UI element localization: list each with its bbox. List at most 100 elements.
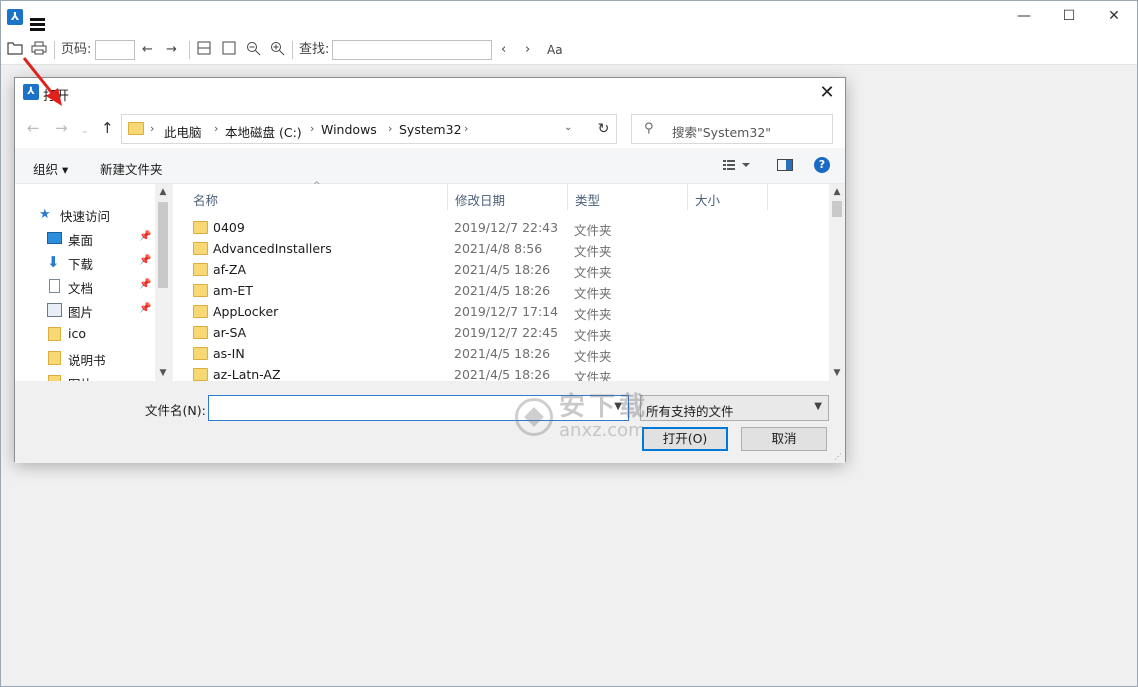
column-header-type[interactable]: 类型 (567, 184, 687, 210)
page-input[interactable] (95, 40, 135, 60)
pin-icon[interactable]: 📌 (139, 255, 151, 266)
file-date: 2021/4/5 18:26 (454, 262, 551, 277)
file-list-scrollbar[interactable]: ▲ ▼ (829, 184, 845, 381)
nav-item-desktop[interactable]: 桌面 📌 (15, 228, 155, 250)
nav-item-label: 桌面 (68, 233, 94, 248)
forward-icon[interactable]: → (55, 120, 68, 136)
up-folder-icon[interactable]: ↑ (101, 120, 114, 136)
fit-width-icon[interactable] (197, 41, 211, 59)
find-next-icon[interactable]: › (525, 41, 530, 59)
column-divider[interactable] (767, 184, 768, 210)
file-row[interactable]: 0409 2019/12/7 22:43 文件夹 (173, 217, 829, 238)
file-row[interactable]: AppLocker 2019/12/7 17:14 文件夹 (173, 301, 829, 322)
chevron-right-icon[interactable]: › (214, 122, 218, 135)
minimize-button[interactable]: — (1001, 5, 1047, 27)
maximize-button[interactable]: ☐ (1046, 5, 1092, 27)
breadcrumb-system32[interactable]: System32 (399, 122, 462, 137)
nav-scroll-thumb[interactable] (158, 202, 168, 288)
file-row[interactable]: af-ZA 2021/4/5 18:26 文件夹 (173, 259, 829, 280)
file-list: ^ 名称 修改日期 类型 大小 0409 2019/12/7 22:43 文件夹… (173, 181, 845, 381)
next-page-icon[interactable]: → (166, 41, 177, 59)
filename-label: 文件名(N): (145, 403, 206, 418)
file-name: am-ET (213, 283, 253, 298)
file-row[interactable]: as-IN 2021/4/5 18:26 文件夹 (173, 343, 829, 364)
cancel-button[interactable]: 取消 (741, 427, 827, 451)
open-button[interactable]: 打开(O) (642, 427, 728, 451)
find-label: 查找: (299, 42, 330, 57)
column-header-size[interactable]: 大小 (687, 184, 767, 210)
file-row[interactable]: ar-SA 2019/12/7 22:45 文件夹 (173, 322, 829, 343)
new-folder-button[interactable]: 新建文件夹 (100, 159, 163, 178)
recent-locations-icon[interactable]: ⌄ (81, 123, 89, 139)
chevron-right-icon[interactable]: › (388, 122, 392, 135)
nav-item-manual[interactable]: 说明书 (15, 348, 155, 370)
file-date: 2021/4/5 18:26 (454, 346, 551, 361)
breadcrumb-this-pc[interactable]: 此电脑 (164, 122, 202, 141)
toolbar-divider (189, 41, 190, 59)
view-options-icon[interactable] (723, 159, 751, 174)
nav-item-pictures-folder[interactable]: 图片 (15, 372, 155, 381)
match-case-icon[interactable]: Aa (547, 41, 563, 59)
folder-icon (193, 284, 208, 297)
nav-item-ico[interactable]: ico (15, 324, 155, 346)
organize-button[interactable]: 组织 ▾ (33, 159, 68, 178)
folder-icon (48, 327, 61, 341)
help-icon[interactable]: ? (814, 157, 830, 173)
breadcrumb-local-disk[interactable]: 本地磁盘 (C:) (225, 122, 302, 141)
chevron-right-icon[interactable]: › (150, 122, 154, 135)
nav-item-label: 图片 (68, 374, 93, 381)
folder-icon (193, 242, 208, 255)
chevron-down-icon[interactable]: ▼ (814, 401, 822, 412)
pin-icon[interactable]: 📌 (139, 231, 151, 242)
file-date: 2019/12/7 22:45 (454, 325, 559, 340)
find-input[interactable] (332, 40, 492, 60)
nav-item-quick-access[interactable]: ★ 快速访问 (15, 204, 155, 226)
preview-pane-icon[interactable] (777, 159, 793, 174)
prev-page-icon[interactable]: ← (142, 41, 153, 59)
nav-item-label: 快速访问 (60, 209, 111, 224)
pin-icon[interactable]: 📌 (139, 279, 151, 290)
column-header-name[interactable]: 名称 (185, 184, 445, 210)
chevron-right-icon[interactable]: › (464, 122, 468, 135)
file-row[interactable]: az-Latn-AZ 2021/4/5 18:26 文件夹 (173, 364, 829, 381)
file-name: AppLocker (213, 304, 279, 319)
nav-item-documents[interactable]: 文档 📌 (15, 276, 155, 298)
watermark: 安下载 anxz.com (515, 393, 649, 441)
watermark-text-cn: 安下载 (559, 392, 650, 422)
search-placeholder: 搜索"System32" (672, 125, 772, 140)
address-bar[interactable]: › 此电脑 › 本地磁盘 (C:) › Windows › System32 ›… (121, 114, 601, 144)
file-date: 2019/12/7 22:43 (454, 220, 559, 235)
breadcrumb-windows[interactable]: Windows (321, 122, 377, 137)
search-input[interactable]: ⚲ 搜索"System32" (631, 114, 833, 144)
file-scroll-thumb[interactable] (832, 201, 842, 217)
dialog-navbar: ← → ⌄ ↑ › 此电脑 › 本地磁盘 (C:) › Windows › Sy… (15, 108, 845, 148)
scroll-up-icon[interactable]: ▲ (829, 187, 845, 197)
scroll-down-icon[interactable]: ▼ (829, 368, 845, 378)
fit-page-icon[interactable] (222, 41, 236, 59)
zoom-out-icon[interactable] (246, 41, 261, 59)
address-dropdown-icon[interactable]: ⌄ (564, 122, 572, 133)
file-row[interactable]: AdvancedInstallers 2021/4/8 8:56 文件夹 (173, 238, 829, 259)
star-icon: ★ (39, 207, 51, 222)
find-prev-icon[interactable]: ‹ (501, 41, 506, 59)
column-header-date[interactable]: 修改日期 (447, 184, 567, 210)
nav-scrollbar[interactable]: ▲ ▼ (155, 184, 171, 381)
scroll-down-icon[interactable]: ▼ (155, 368, 171, 378)
dialog-close-button[interactable]: ✕ (815, 81, 839, 105)
scroll-up-icon[interactable]: ▲ (155, 187, 171, 197)
resize-grip-icon[interactable]: ⋰ (834, 452, 842, 461)
nav-item-pictures[interactable]: 图片 📌 (15, 300, 155, 322)
back-icon[interactable]: ← (27, 120, 40, 136)
file-row[interactable]: am-ET 2021/4/5 18:26 文件夹 (173, 280, 829, 301)
chevron-right-icon[interactable]: › (310, 122, 314, 135)
menu-icon[interactable] (30, 18, 45, 31)
folder-icon (193, 305, 208, 318)
close-window-button[interactable]: ✕ (1091, 5, 1137, 27)
nav-item-downloads[interactable]: ⬇ 下载 📌 (15, 252, 155, 274)
refresh-icon[interactable]: ↻ (591, 114, 617, 144)
zoom-in-icon[interactable] (270, 41, 285, 59)
picture-icon (47, 303, 62, 317)
file-type-filter[interactable]: 所有支持的文件 ▼ (640, 395, 829, 421)
pin-icon[interactable]: 📌 (139, 303, 151, 314)
file-name: as-IN (213, 346, 245, 361)
